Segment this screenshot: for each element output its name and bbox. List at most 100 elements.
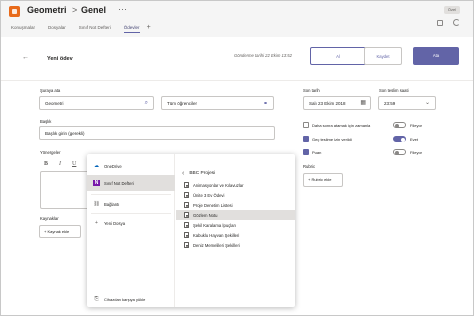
more-options-icon[interactable]: ··· [118,4,127,14]
file-row[interactable]: Animasyonlar ve Kılavuzlar [176,180,295,190]
upload-icon: ⎘ [94,296,99,302]
due-time-label: Son teslim saati [379,88,409,93]
class-select[interactable]: Geometri ⌕ [39,96,154,110]
points-checkbox[interactable] [303,149,309,155]
schedule-checkbox[interactable] [303,122,309,128]
tab-files[interactable]: Dosyalar [48,25,66,33]
new-file-icon: + [95,220,98,226]
resources-label: Kaynaklar [40,216,59,221]
file-row[interactable]: Kabuklu Hayvan Şekilleri [176,230,295,240]
underline-button[interactable]: U [72,161,76,167]
team-name[interactable]: Geometri [27,5,67,15]
channel-name[interactable]: Genel [81,5,106,15]
file-icon [184,182,189,188]
late-submission-option[interactable]: Geç teslime izin verildi [303,136,352,142]
source-onedrive-label: OneDrive [104,163,122,169]
save-button[interactable]: Kaydet [364,47,402,65]
late-submission-toggle[interactable] [393,136,406,142]
private-badge: Özel [444,6,460,14]
class-picker-icon: ⌕ [144,100,148,106]
chevron-left-icon[interactable]: ‹ [182,170,184,177]
instructions-label: Yönergeler [40,150,61,155]
source-link[interactable]: ⛓ Bağlantı [87,196,175,212]
file-name: Şekil Karalama İpuçları [193,222,237,228]
cancel-button[interactable]: Al [310,47,366,65]
divider [91,213,171,214]
file-name: Gözlem Notu [193,212,218,218]
due-time-value: 23:59 [384,101,396,106]
assign-to-label: Şuraya ata [40,88,61,93]
channel-tabs: Konuşmalar Dosyalar Sınıf Not Defteri Öd… [11,24,151,33]
file-icon [184,202,189,208]
source-onedrive[interactable]: ☁ OneDrive [87,158,175,174]
expand-icon[interactable] [437,20,443,26]
page-title: Yeni ödev [47,56,73,62]
upload-from-device[interactable]: ⎘ Cihazdan karşıya yükle [93,296,145,302]
late-submission-checkbox[interactable] [303,136,309,142]
students-select-value: Tüm öğrenciler [167,101,198,106]
file-row-selected[interactable]: Gözlem Notu [176,210,295,220]
file-row[interactable]: Proje Denetim Listesi [176,200,295,210]
assign-button[interactable]: Ata [413,47,459,65]
upload-label: Cihazdan karşıya yükle [104,296,146,302]
students-picker-icon: ⚭ [262,101,268,107]
add-rubric-button[interactable]: + Rubric ekle [303,173,343,187]
notebook-icon: N [93,180,100,186]
file-name: Deniz Memelileri Şekilleri [193,242,240,248]
points-toggle[interactable] [393,149,406,155]
file-name: Kabuklu Hayvan Şekilleri [193,232,240,238]
attach-panel: ☁ OneDrive N Sınıf Not Defteri ⛓ Bağlant… [87,154,295,307]
title-input[interactable]: Başlık girin (gerekli) [39,126,275,140]
add-tab-icon[interactable]: + [147,24,151,33]
due-date-value: Salı 23 Ekim 2018 [309,101,346,106]
due-time-picker[interactable]: 23:59 ⌄ [378,96,436,110]
italic-button[interactable]: I [59,161,61,167]
schedule-option[interactable]: Daha sonra atamak için zamanla [303,122,370,128]
assignment-header: ← Yeni ödev Gönderme tarihi 22 Ekim 13:5… [1,37,473,81]
sent-date: Gönderme tarihi 22 Ekim 13:52 [234,53,292,58]
teams-window: Geometri > Genel ··· Özel Konuşmalar Dos… [0,0,474,316]
top-header: Geometri > Genel ··· Özel Konuşmalar Dos… [1,1,473,37]
students-select[interactable]: Tüm öğrenciler ⚭ [161,96,274,110]
tab-assignments[interactable]: Ödevler [123,25,140,33]
title-placeholder: Başlık girin (gerekli) [45,131,85,136]
attach-sources: ☁ OneDrive N Sınıf Not Defteri ⛓ Bağlant… [87,154,175,307]
file-icon [184,232,189,238]
source-class-notebook[interactable]: N Sınıf Not Defteri [87,175,175,191]
due-date-picker[interactable]: Salı 23 Ekim 2018 ▦ [303,96,371,110]
breadcrumb-separator-icon: > [72,5,78,15]
format-toolbar: B I U A [44,161,92,167]
onedrive-icon: ☁ [94,163,99,169]
calendar-icon: ▦ [360,100,366,106]
late-submission-label: Geç teslime izin verildi [312,136,352,142]
rubric-label: Rubric [303,164,316,169]
title-label: Başlık [40,119,52,124]
file-icon [184,192,189,198]
link-icon: ⛓ [93,201,100,207]
file-row[interactable]: Deniz Memelileri Şekilleri [176,240,295,250]
file-icon [184,212,189,218]
schedule-toggle[interactable] [393,122,406,128]
refresh-icon[interactable] [453,19,460,26]
points-option[interactable]: Puan [303,149,321,155]
file-row[interactable]: Şekil Karalama İpuçları [176,220,295,230]
due-date-label: Son tarih [303,88,320,93]
points-toggle-label: Fileyor [410,150,423,155]
points-label: Puan [312,149,322,155]
bold-button[interactable]: B [44,161,48,167]
chevron-down-icon: ⌄ [424,100,430,106]
file-name: Ünite 3 Ev Ödevi [193,192,225,198]
back-arrow-icon[interactable]: ← [22,54,29,61]
tab-class-notebook[interactable]: Sınıf Not Defteri [79,25,111,33]
file-icon [184,222,189,228]
folder-header[interactable]: ‹ BBC Projesi [182,170,215,177]
tab-conversations[interactable]: Konuşmalar [11,25,35,33]
file-browser: ‹ BBC Projesi Animasyonlar ve Kılavuzlar… [176,154,295,307]
file-name: Animasyonlar ve Kılavuzlar [193,182,244,188]
divider [91,194,171,195]
add-resource-button[interactable]: + Kaynak ekle [39,225,81,238]
source-new-file[interactable]: + Yeni Dosya [87,215,175,231]
folder-title: BBC Projesi [189,171,216,176]
file-row[interactable]: Ünite 3 Ev Ödevi [176,190,295,200]
file-icon [184,242,189,248]
